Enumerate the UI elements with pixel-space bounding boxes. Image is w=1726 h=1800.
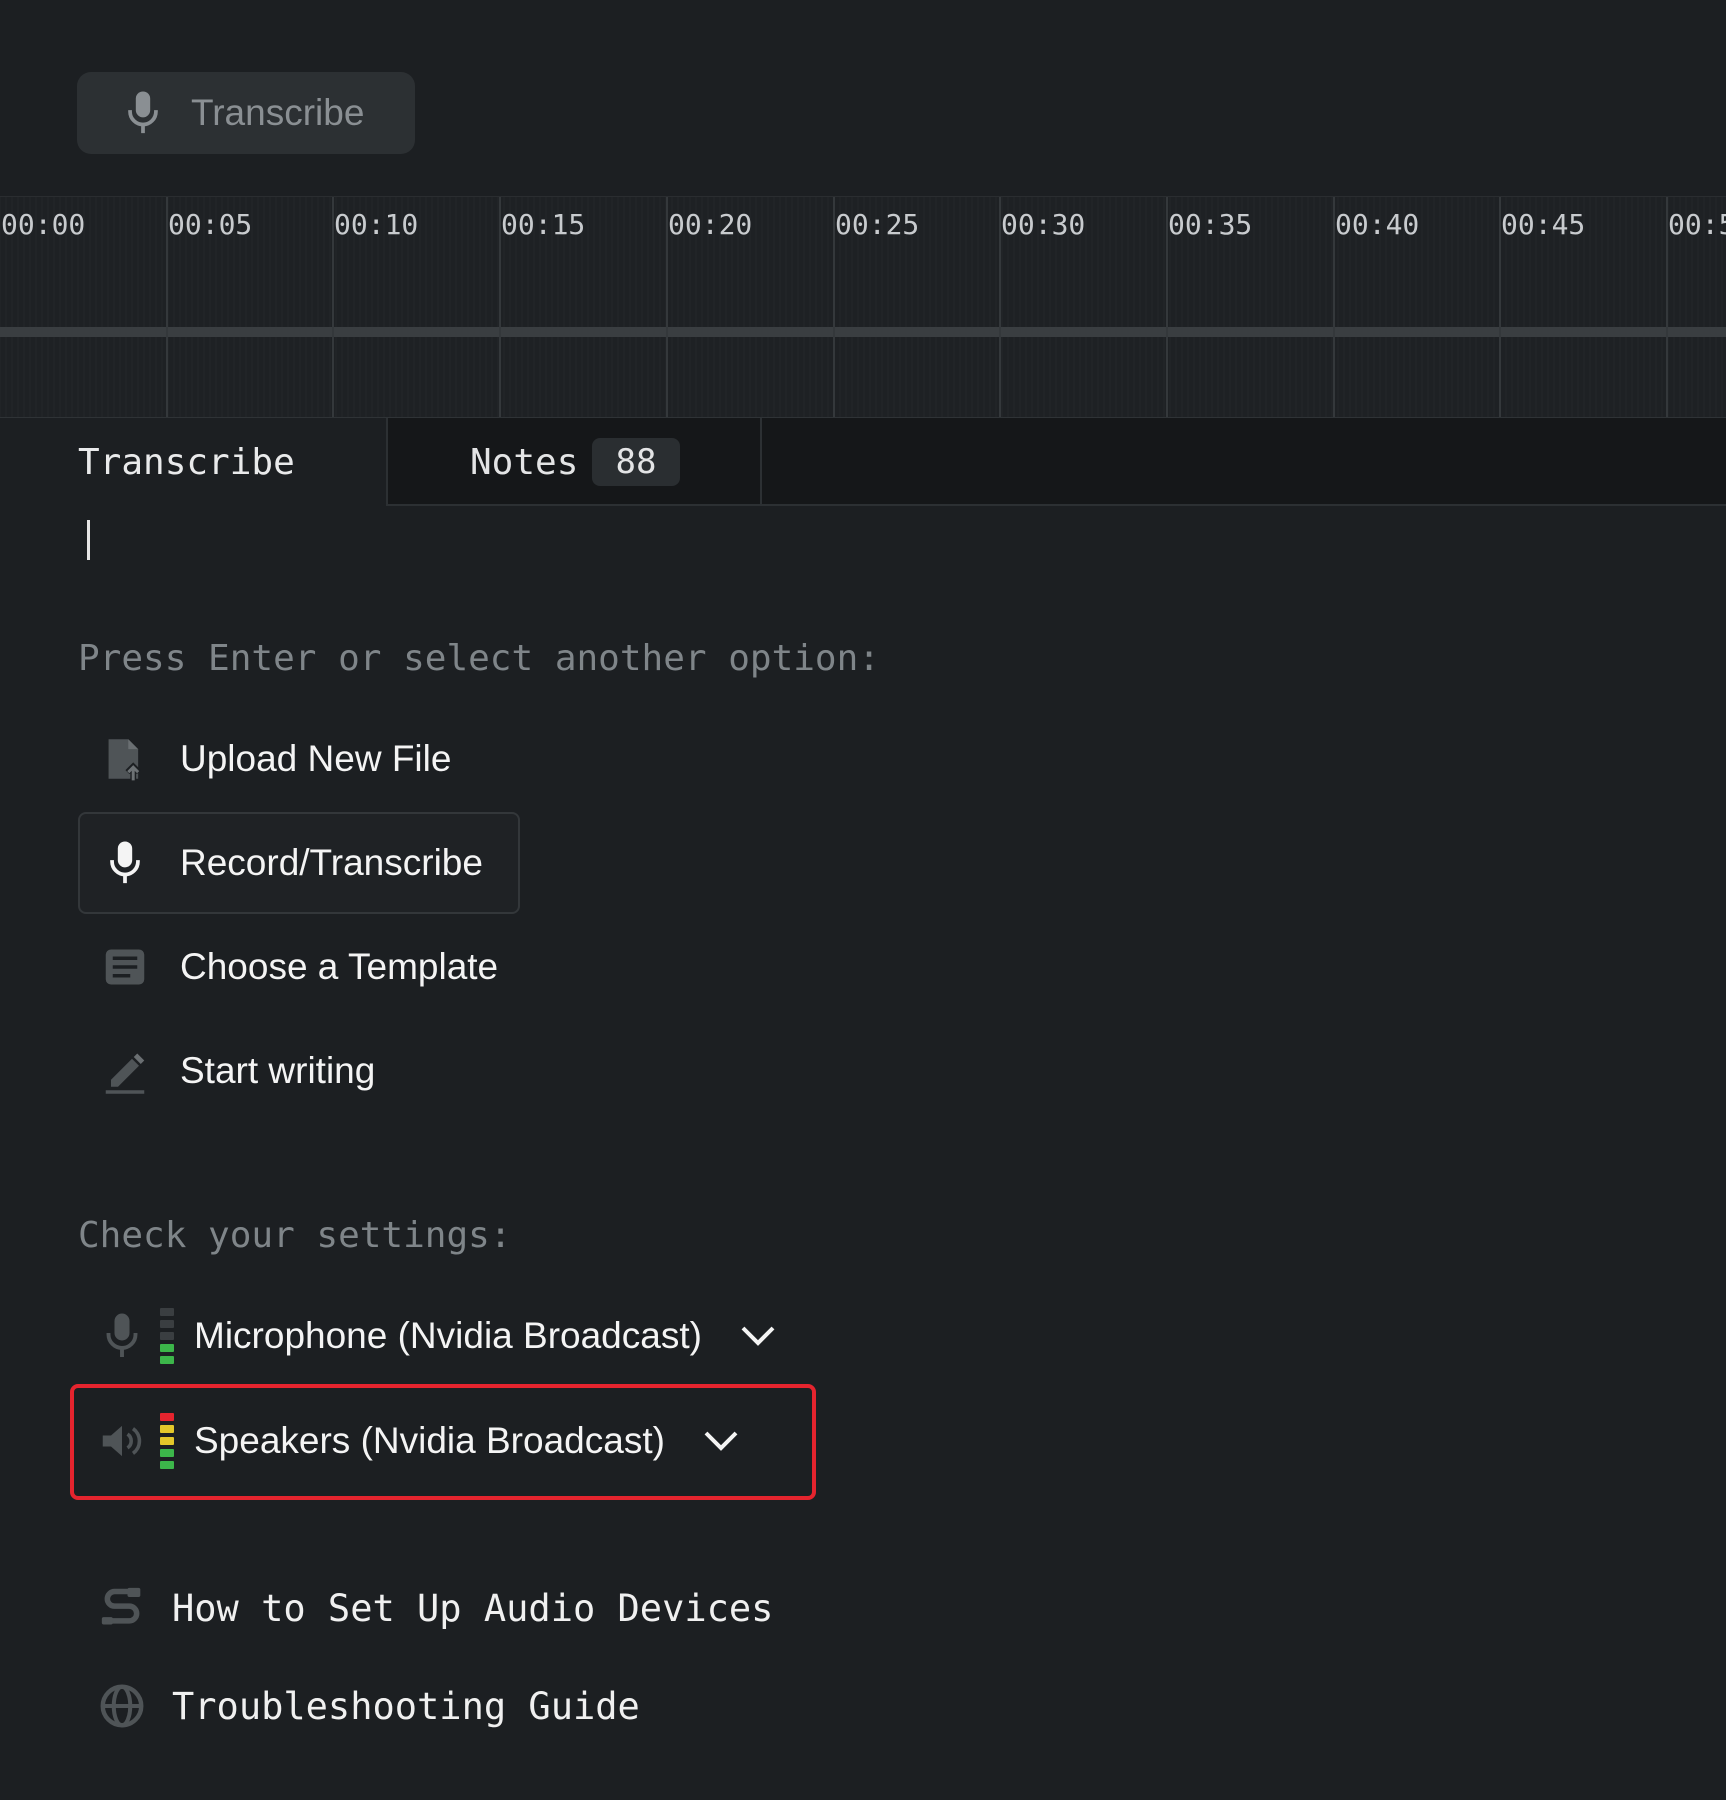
microphone-icon [128,91,158,134]
microphone-level-meter [160,1306,174,1366]
start-writing-option[interactable]: Start writing [78,1020,375,1122]
timeline-tick-label: 00:15 [501,208,586,241]
pen-icon [105,1053,145,1094]
chevron-down-icon[interactable] [740,1325,776,1347]
setup-audio-devices-label: How to Set Up Audio Devices [172,1586,774,1630]
notes-count-badge: 88 [592,438,680,486]
microphone-device-label: Microphone (Nvidia Broadcast) [194,1315,702,1356]
microphone-selector[interactable]: Microphone (Nvidia Broadcast) [100,1306,776,1366]
timeline-tick-label: 00:20 [668,208,753,241]
prompt-label: Press Enter or select another option: [78,638,880,679]
waveform-band [0,327,1726,337]
timeline-tick-label: 00:5 [1668,208,1726,241]
timeline-tick-label: 00:35 [1168,208,1253,241]
timeline-tick-label: 00:05 [168,208,253,241]
file-upload-icon [108,739,141,781]
app-window: Transcribe 00:00 00:05 00:10 00:15 00:20 00:2… [0,0,1726,1800]
choose-template-option[interactable]: Choose a Template [78,916,498,1018]
template-icon [105,949,145,985]
transcribe-button[interactable]: Transcribe [77,72,415,154]
start-writing-label: Start writing [180,1050,376,1091]
record-transcribe-label: Record/Transcribe [180,842,483,883]
text-caret [87,520,90,560]
microphone-icon [106,1313,138,1357]
audio-timeline[interactable]: 00:00 00:05 00:10 00:15 00:20 00:25 00:30 00:35… [0,196,1726,419]
record-transcribe-option[interactable]: Record/Transcribe [78,812,520,914]
upload-new-file-option[interactable]: Upload New File [78,708,451,810]
globe-icon [100,1684,144,1728]
timeline-tick-label: 00:00 [1,208,86,241]
transcribe-button-label: Transcribe [191,92,365,133]
upload-new-file-label: Upload New File [180,738,452,779]
choose-template-label: Choose a Template [180,946,499,987]
speakers-highlight-box [70,1384,816,1500]
settings-label: Check your settings: [78,1215,512,1256]
tab-transcribe-label: Transcribe [78,442,295,483]
timeline-tick-label: 00:25 [835,208,920,241]
tab-transcribe[interactable]: Transcribe [0,418,386,508]
timeline-tick-label: 00:10 [334,208,419,241]
troubleshooting-guide-label: Troubleshooting Guide [172,1684,640,1728]
tab-notes-label: Notes [470,442,579,483]
timeline-tick-label: 00:40 [1335,208,1420,241]
timeline-tick-label: 00:45 [1501,208,1586,241]
cable-icon [101,1587,141,1625]
tab-bar: Transcribe Notes 88 [0,418,1726,508]
troubleshooting-guide-link[interactable]: Troubleshooting Guide [100,1676,640,1736]
tab-bar-empty [762,418,1726,506]
setup-audio-devices-link[interactable]: How to Set Up Audio Devices [100,1578,773,1638]
microphone-icon [110,841,140,884]
timeline-tick-label: 00:30 [1001,208,1086,241]
tab-notes[interactable]: Notes 88 [386,418,762,506]
